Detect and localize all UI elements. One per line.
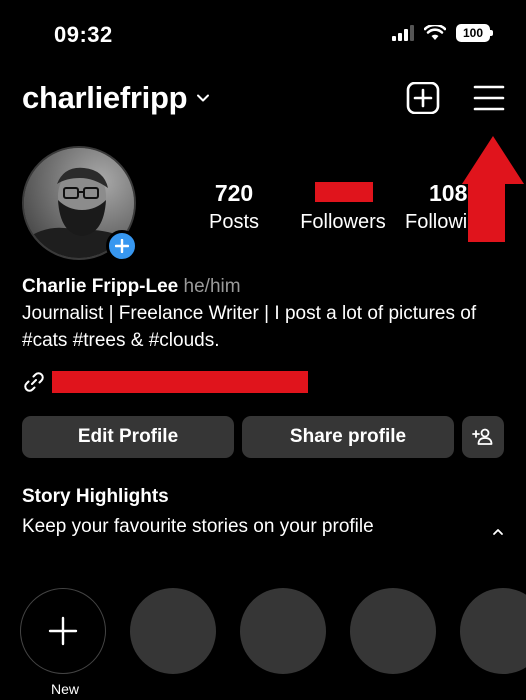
profile-name-line: Charlie Fripp-Lee he/him [22, 276, 241, 298]
signal-icon [392, 25, 414, 41]
profile-link[interactable] [22, 370, 308, 394]
plus-icon [115, 239, 129, 253]
redaction-link [52, 371, 308, 393]
followers-label: Followers [300, 211, 386, 233]
highlight-placeholder [130, 588, 216, 674]
share-profile-button[interactable]: Share profile [242, 416, 454, 458]
highlight-placeholder [240, 588, 326, 674]
profile-name: Charlie Fripp-Lee [22, 276, 179, 297]
redaction-followers-count [315, 182, 373, 202]
new-highlight-button[interactable] [20, 588, 106, 674]
status-indicators: 100 [392, 24, 493, 42]
highlight-placeholder [460, 588, 526, 674]
status-time: 09:32 [54, 22, 113, 47]
discover-people-button[interactable] [462, 416, 504, 458]
new-highlight-label: New [50, 681, 79, 697]
bio-text: Journalist | Freelance Writer | I post a… [22, 303, 477, 351]
menu-icon[interactable] [472, 82, 506, 114]
add-story-button[interactable] [106, 230, 138, 262]
highlights-subtitle: Keep your favourite stories on your prof… [22, 516, 374, 537]
chevron-up-icon[interactable] [492, 526, 504, 538]
arrow-up-annotation [462, 136, 524, 242]
posts-count: 720 [214, 180, 254, 206]
profile-picture[interactable] [22, 146, 138, 262]
create-post-icon[interactable] [406, 82, 440, 114]
account-switcher[interactable]: charliefripp [22, 80, 211, 116]
plus-icon [48, 616, 78, 646]
chevron-down-icon [197, 94, 210, 102]
username: charliefripp [22, 80, 188, 115]
battery-icon: 100 [456, 24, 493, 42]
pronouns: he/him [183, 276, 241, 297]
highlights-title: Story Highlights [22, 486, 169, 507]
edit-profile-button[interactable]: Edit Profile [22, 416, 234, 458]
wifi-icon [424, 25, 446, 40]
posts-stat[interactable]: 720 Posts [192, 180, 276, 234]
link-icon [24, 372, 44, 392]
posts-label: Posts [208, 211, 260, 233]
highlight-placeholder [350, 588, 436, 674]
add-person-icon [472, 428, 493, 445]
